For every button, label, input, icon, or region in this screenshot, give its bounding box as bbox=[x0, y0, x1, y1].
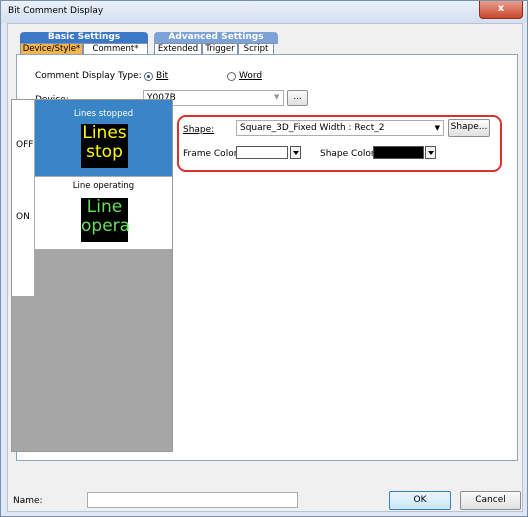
bit-text: Bit bbox=[156, 71, 169, 81]
state-off-comment: Lines stopped bbox=[73, 109, 134, 119]
shape-settings-highlight bbox=[177, 115, 502, 172]
cancel-button[interactable]: Cancel bbox=[460, 491, 521, 510]
radio-word-label: Word bbox=[239, 71, 262, 81]
state-on-comment: Line operating bbox=[72, 181, 135, 191]
title-bar: Bit Comment Display x bbox=[1, 1, 527, 23]
bit-comment-display-window: Bit Comment Display x Basic Settings Adv… bbox=[0, 0, 528, 517]
state-on-preview: Line opera bbox=[81, 197, 131, 242]
state-off-preview: Lines stop bbox=[81, 124, 128, 168]
tab-device-style[interactable]: Device/Style* bbox=[20, 43, 83, 54]
device-browse-button[interactable]: ... bbox=[287, 90, 308, 106]
name-input[interactable] bbox=[87, 492, 298, 508]
state-on-preview-text: Line opera bbox=[81, 197, 131, 236]
close-button[interactable]: x bbox=[479, 1, 523, 19]
tab-comment[interactable]: Comment* bbox=[83, 43, 148, 54]
state-preview-list: OFF ON Lines stopped Lines stop Line oper… bbox=[11, 99, 173, 452]
state-on-row[interactable]: Line operating Line opera bbox=[35, 176, 172, 249]
comment-display-type-label: Comment Display Type: bbox=[35, 71, 142, 81]
state-off-label: OFF bbox=[16, 140, 34, 150]
radio-bit[interactable] bbox=[144, 72, 153, 81]
radio-word[interactable] bbox=[227, 72, 236, 81]
tab-extended[interactable]: Extended bbox=[154, 43, 202, 54]
state-on-label: ON bbox=[16, 212, 30, 222]
word-text: Word bbox=[239, 71, 263, 81]
close-icon: x bbox=[497, 3, 505, 14]
ok-button[interactable]: OK bbox=[389, 491, 451, 510]
tab-script[interactable]: Script bbox=[238, 43, 274, 54]
window-title: Bit Comment Display bbox=[8, 6, 104, 16]
state-column: OFF ON bbox=[12, 100, 35, 296]
dropdown-arrow-icon: ▼ bbox=[274, 93, 280, 101]
radio-bit-label: Bit bbox=[156, 71, 168, 81]
state-off-preview-text: Lines stop bbox=[82, 123, 127, 162]
tab-trigger[interactable]: Trigger bbox=[202, 43, 238, 54]
name-label: Name: bbox=[13, 496, 43, 506]
